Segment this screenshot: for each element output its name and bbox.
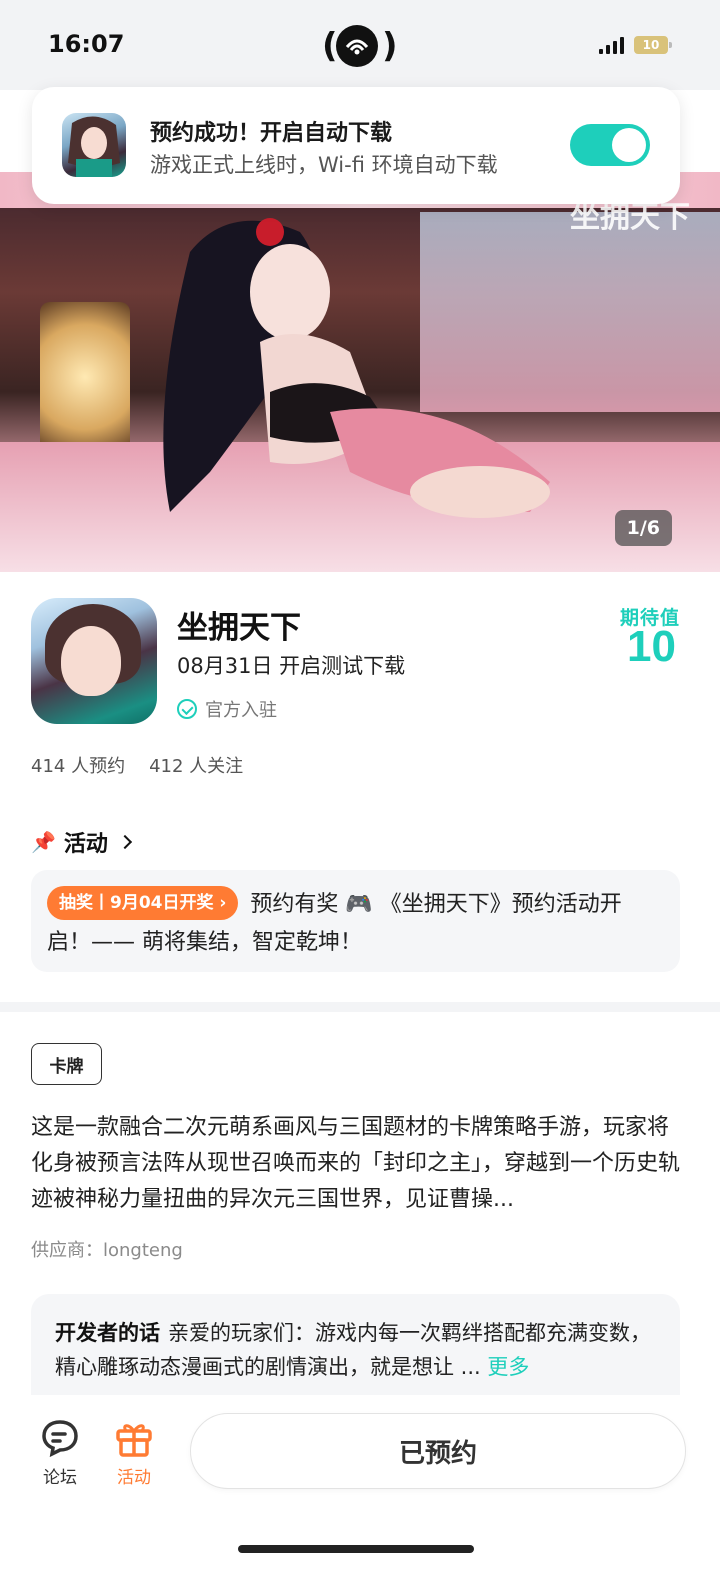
toggle-knob [612, 128, 646, 162]
game-title: 坐拥天下 [177, 610, 301, 646]
banner-lantern [40, 302, 130, 452]
bottom-action-bar: 论坛 活动 已预约 [0, 1395, 720, 1585]
signal-icon [599, 36, 624, 54]
screenshot-carousel[interactable]: 坐拥天下 1/6 [0, 172, 720, 572]
follower-count: 412 人关注 [149, 756, 244, 777]
status-time: 16:07 [48, 30, 125, 58]
lottery-badge: 抽奖丨9月04日开奖 › [47, 886, 239, 920]
banner-character-art [163, 218, 550, 518]
toast-game-icon [62, 113, 126, 177]
activity-card[interactable]: 抽奖丨9月04日开奖 › 预约有奖 🎮 《坐拥天下》预约活动开启！—— 萌将集结，… [31, 870, 680, 972]
app-indicator-icon [336, 25, 378, 67]
gift-icon [116, 1424, 152, 1457]
chevron-right-icon [117, 834, 132, 850]
activity-heading: 活动 [63, 832, 108, 857]
status-indicators: 10 [599, 36, 672, 54]
developer-note-card[interactable]: 开发者的话 亲爱的玩家们：游戏内每一次羁绊搭配都充满变数，精心雕琢动态漫画式的剧情… [31, 1294, 680, 1404]
game-description[interactable]: 这是一款融合二次元萌系画风与三国题材的卡牌策略手游，玩家将化身被预言法阵从现世召… [31, 1110, 681, 1218]
genre-tag[interactable]: 卡牌 [31, 1043, 102, 1085]
official-label: 官方入驻 [205, 700, 277, 721]
developer-note-label: 开发者的话 [55, 1321, 160, 1345]
forum-icon [42, 1420, 78, 1457]
forum-label: 论坛 [43, 1468, 77, 1488]
dynamic-island: ( ) [322, 25, 398, 67]
pin-icon: 📌 [31, 830, 56, 854]
auto-download-toggle[interactable] [570, 124, 650, 166]
forum-tab[interactable]: 论坛 [30, 1419, 90, 1488]
official-badge: 官方入驻 [177, 696, 277, 722]
verified-check-icon [177, 699, 197, 719]
status-bar: 16:07 ( ) 10 [0, 0, 720, 90]
reservation-toast: 预约成功！开启自动下载 游戏正式上线时，Wi-fi 环境自动下载 [32, 87, 680, 204]
activity-tab[interactable]: 活动 [104, 1419, 164, 1488]
battery-level: 10 [642, 38, 660, 52]
game-icon [31, 598, 157, 724]
carousel-counter: 1/6 [614, 510, 672, 546]
supplier-info: 供应商：longteng [31, 1240, 183, 1261]
activity-label: 活动 [117, 1468, 151, 1488]
reservation-count: 414 人预约 [31, 756, 126, 777]
toast-title: 预约成功！开启自动下载 [150, 121, 393, 146]
stats-row: 414 人预约 412 人关注 [31, 752, 243, 778]
toast-subtitle: 游戏正式上线时，Wi-fi 环境自动下载 [150, 153, 498, 177]
reserved-button[interactable]: 已预约 [190, 1413, 686, 1489]
section-divider [0, 1002, 720, 1012]
activity-section-header[interactable]: 📌 活动 [31, 826, 132, 858]
home-indicator [238, 1545, 474, 1553]
expect-value: 10 [627, 622, 676, 671]
more-link[interactable]: 更多 [487, 1355, 529, 1379]
release-info: 08月31日 开启测试下载 [177, 654, 406, 678]
battery-icon: 10 [634, 36, 672, 54]
